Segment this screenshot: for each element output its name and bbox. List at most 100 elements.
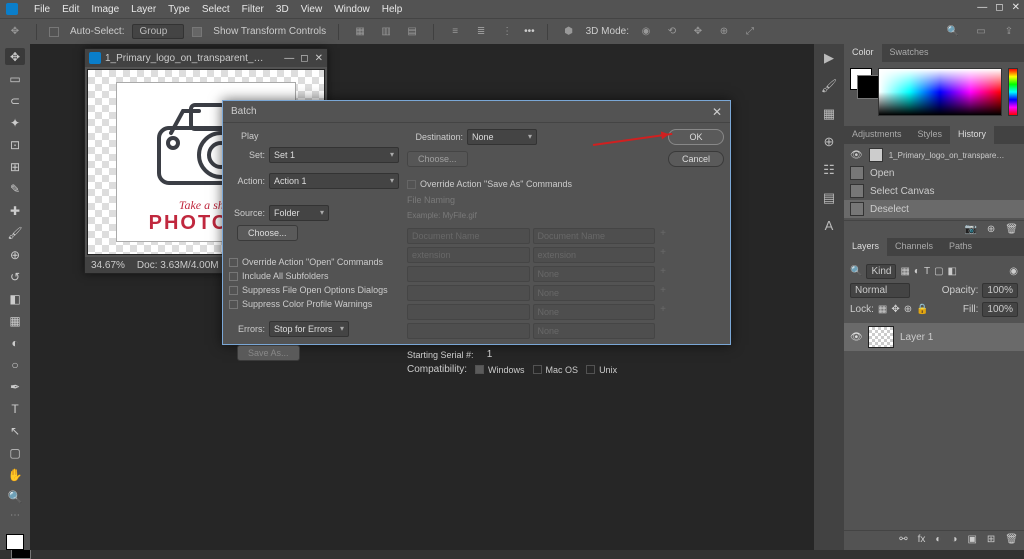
3d-mode-icon[interactable]: ⟲ [663,23,681,41]
lasso-tool[interactable]: ⊂ [5,92,25,109]
tab-paths[interactable]: Paths [941,238,980,256]
color-fgbg-swatch[interactable] [850,68,872,90]
stamp-tool[interactable]: ⊕ [5,246,25,263]
align-icon[interactable]: ▦ [351,23,369,41]
color-spectrum[interactable] [878,68,1002,116]
choose-source-button[interactable]: Choose... [237,225,298,241]
action-dropdown[interactable]: Action 1 [269,173,399,189]
brush-settings-icon[interactable]: 🖌 [821,78,838,94]
menu-help[interactable]: Help [382,4,403,15]
wand-tool[interactable]: ✦ [5,114,25,131]
more-icon[interactable]: ••• [524,26,535,37]
tab-color[interactable]: Color [844,44,882,62]
menu-select[interactable]: Select [202,4,230,15]
lock-position-icon[interactable]: ✥ [891,304,899,315]
type-tool[interactable]: T [5,400,25,417]
maximize-icon[interactable]: ◻ [995,2,1003,13]
menu-3d[interactable]: 3D [276,4,289,15]
errors-dropdown[interactable]: Stop for Errors [269,321,349,337]
play-icon[interactable]: ▶ [824,50,834,66]
align-icon[interactable]: ⋮ [498,23,516,41]
filter-pixel-icon[interactable]: ▦ [900,266,909,277]
tab-adjustments[interactable]: Adjustments [844,126,910,144]
3d-mode-icon[interactable]: ◉ [637,23,655,41]
fx-icon[interactable]: fx [918,534,926,547]
dialog-titlebar[interactable]: Batch ✕ [223,101,730,123]
filter-toggle[interactable]: ◉ [1009,266,1018,277]
brushes-icon[interactable]: ▦ [823,106,835,122]
search-icon[interactable]: 🔍 [944,23,962,41]
history-step[interactable]: Select Canvas [844,182,1024,200]
tab-layers[interactable]: Layers [844,238,887,256]
tab-styles[interactable]: Styles [910,126,951,144]
menu-layer[interactable]: Layer [131,4,156,15]
3d-mode-icon[interactable]: ⤢ [741,23,759,41]
eye-icon[interactable]: 👁 [850,150,863,161]
history-brush-tool[interactable]: ↺ [5,268,25,285]
blur-tool[interactable]: ◐ [5,334,25,351]
ok-button[interactable]: OK [668,129,724,145]
workspace-icon[interactable]: ▭ [972,23,990,41]
layer-thumbnail[interactable] [868,326,894,348]
history-step[interactable]: Deselect [844,200,1024,218]
gradient-tool[interactable]: ▦ [5,312,25,329]
lock-pixels-icon[interactable]: ▦ [878,304,887,315]
align-icon[interactable]: ▤ [403,23,421,41]
history-new-icon[interactable]: ⊕ [987,224,995,235]
document-titlebar[interactable]: 1_Primary_logo_on_transparent_1024.png @… [85,49,327,67]
override-open-checkbox[interactable] [229,258,238,267]
auto-select-checkbox[interactable] [49,27,59,37]
crop-tool[interactable]: ⊡ [5,136,25,153]
layer-row[interactable]: 👁 Layer 1 [844,323,1024,351]
menu-edit[interactable]: Edit [62,4,79,15]
menu-file[interactable]: File [34,4,50,15]
group-icon[interactable]: ▣ [967,534,976,547]
layer-filter-kind[interactable]: Kind [866,264,896,279]
menu-window[interactable]: Window [334,4,370,15]
dodge-tool[interactable]: ○ [5,356,25,373]
3d-mode-icon[interactable]: ✥ [689,23,707,41]
align-icon[interactable]: ≣ [472,23,490,41]
brush-tool[interactable]: 🖌 [5,224,25,241]
menu-view[interactable]: View [301,4,323,15]
visibility-icon[interactable]: 👁 [850,332,862,343]
hue-bar[interactable] [1008,68,1018,116]
include-subfolders-checkbox[interactable] [229,272,238,281]
dialog-close-icon[interactable]: ✕ [712,105,722,119]
move-tool[interactable]: ✥ [5,48,25,65]
show-transform-checkbox[interactable] [192,27,202,37]
glyphs-icon[interactable]: A [825,218,834,233]
suppress-color-checkbox[interactable] [229,300,238,309]
lock-image-icon[interactable]: ⊕ [904,304,912,315]
suppress-open-checkbox[interactable] [229,286,238,295]
zoom-tool[interactable]: 🔍 [5,488,25,505]
filter-smart-icon[interactable]: ◧ [948,266,957,277]
source-dropdown[interactable]: Folder [269,205,329,221]
menu-type[interactable]: Type [168,4,190,15]
tab-history[interactable]: History [950,126,994,144]
filter-shape-icon[interactable]: ▢ [934,266,943,277]
pen-tool[interactable]: ✒ [5,378,25,395]
more-tools-icon[interactable]: ⋯ [10,510,20,521]
menu-image[interactable]: Image [91,4,119,15]
search-icon[interactable]: 🔍 [850,266,862,277]
history-step[interactable]: Open [844,164,1024,182]
layer-name[interactable]: Layer 1 [900,332,933,343]
tab-channels[interactable]: Channels [887,238,941,256]
history-camera-icon[interactable]: 📷 [964,224,976,235]
hand-tool[interactable]: ✋ [5,466,25,483]
3d-mode-icon[interactable]: ⊕ [715,23,733,41]
auto-select-dropdown[interactable]: Group [132,24,184,39]
cancel-button[interactable]: Cancel [668,151,724,167]
heal-tool[interactable]: ✚ [5,202,25,219]
share-icon[interactable]: ⇪ [1000,23,1018,41]
foreground-background-swatch[interactable] [6,534,24,550]
path-tool[interactable]: ↖ [5,422,25,439]
new-layer-icon[interactable]: ⊞ [987,534,995,547]
link-icon[interactable]: ⚯ [899,534,907,547]
clone-icon[interactable]: ⊕ [824,134,835,150]
mask-icon[interactable]: ◐ [935,534,941,547]
trash-icon[interactable]: 🗑 [1005,224,1018,235]
tab-swatches[interactable]: Swatches [882,44,937,62]
menu-filter[interactable]: Filter [242,4,264,15]
